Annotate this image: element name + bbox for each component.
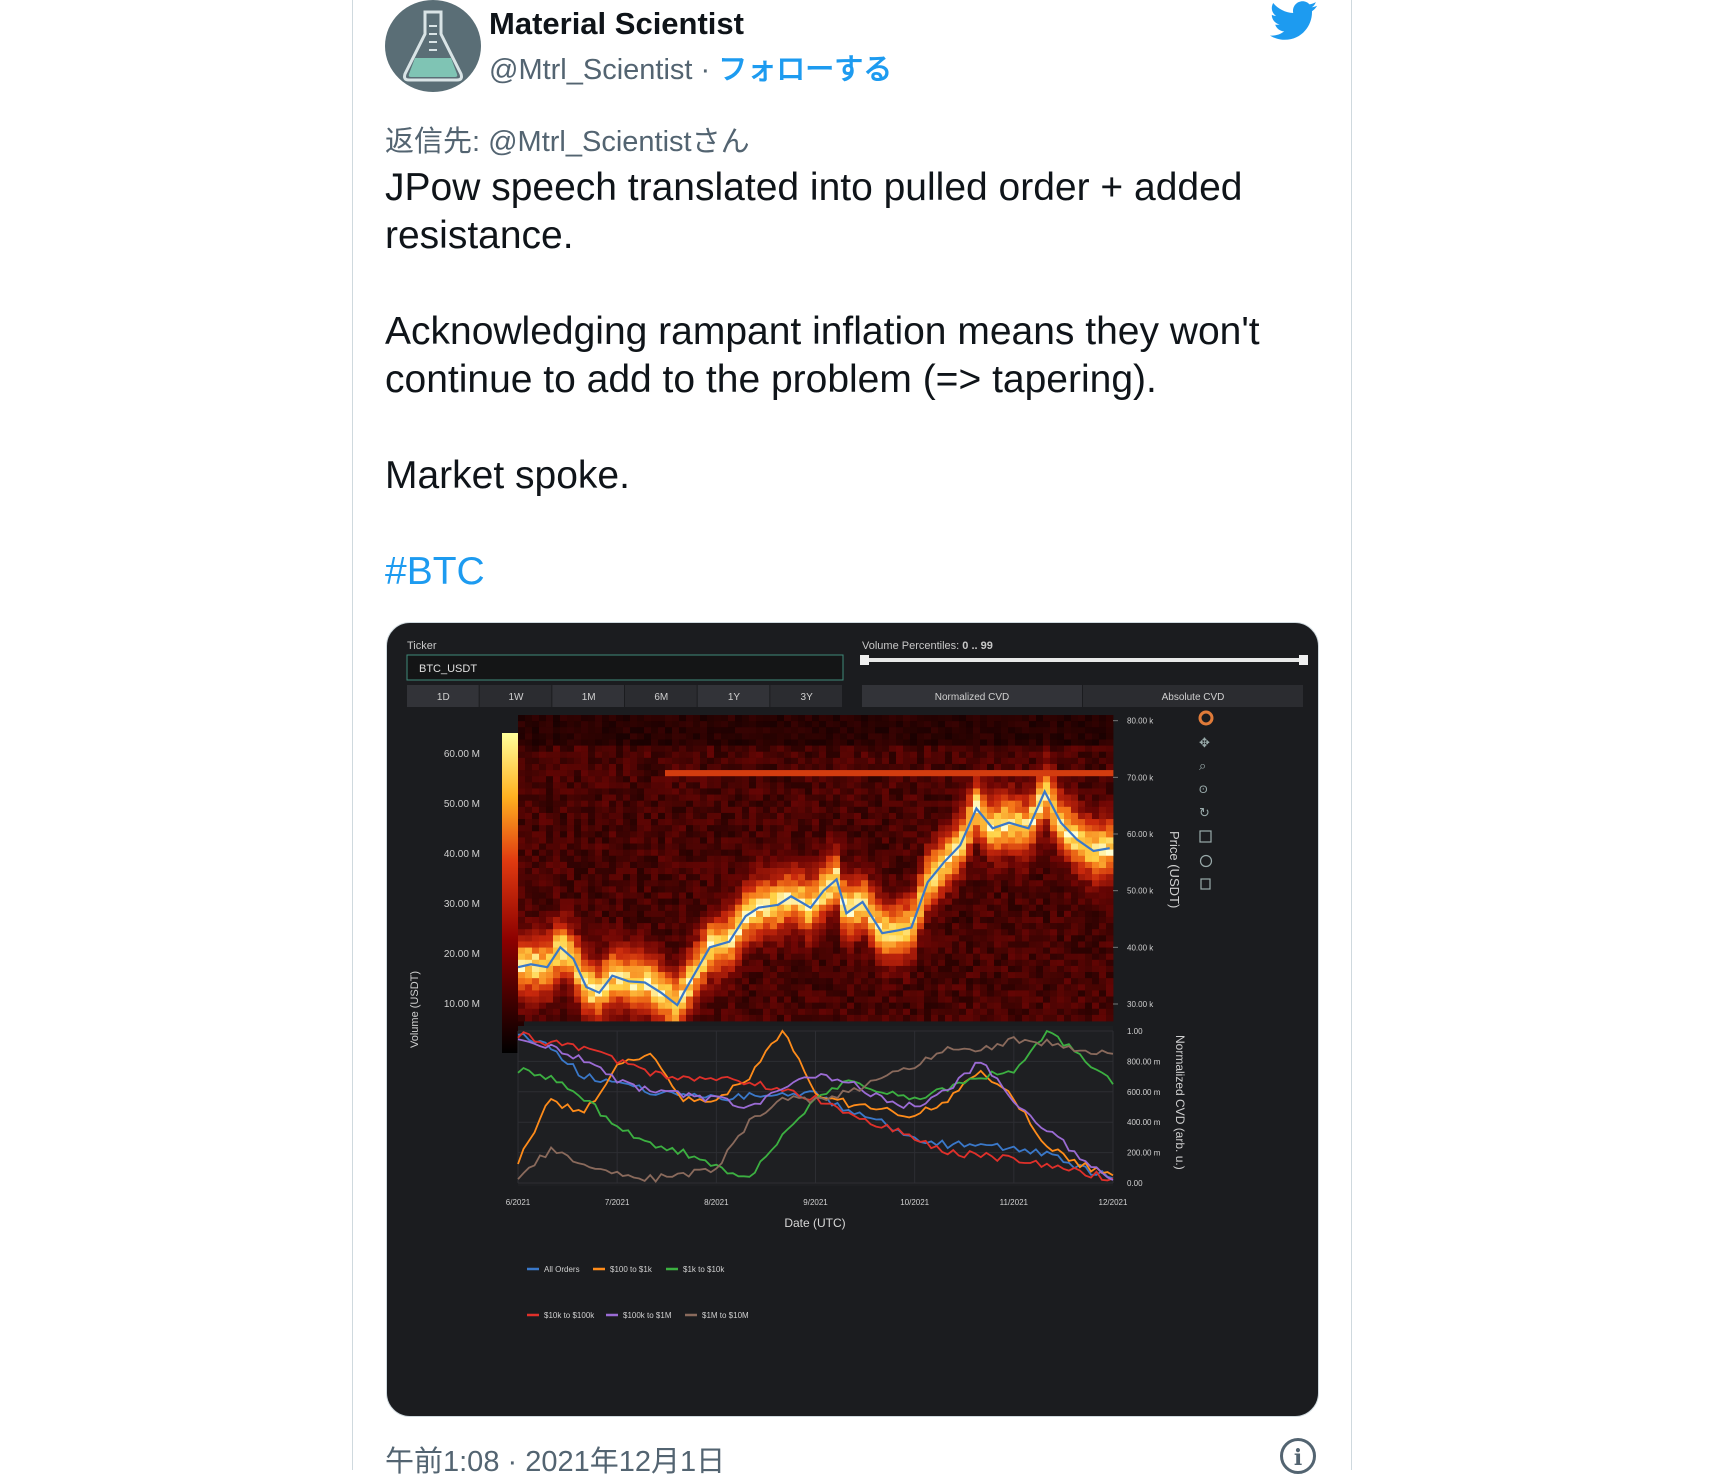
author-handle-line: @Mtrl_Scientist · フォローする [489, 46, 892, 88]
colorbar-tick-label: 10.00 M [444, 999, 480, 1010]
order-book-heatmap [518, 715, 1114, 1022]
legend-label: $100 to $1k [610, 1265, 653, 1274]
legend-label: $1k to $10k [683, 1265, 725, 1274]
cvd-axis-ticks: 1.00 800.00 m 600.00 m 400.00 m 200.00 m 0.00 [1127, 1027, 1161, 1188]
normalized-cvd-button[interactable]: Normalized CVD [862, 685, 1082, 707]
cvd-tick-label: 600.00 m [1127, 1088, 1161, 1097]
colorbar-title: Volume (USDT) [409, 971, 421, 1048]
date-axis-ticks: 6/2021 7/2021 8/2021 9/2021 10/2021 11/2021 12… [506, 1198, 1128, 1207]
info-icon[interactable] [1280, 1438, 1316, 1474]
cvd-axis-label: Normalized CVD (arb. u.) [1173, 1035, 1187, 1170]
date-tick-label: 7/2021 [605, 1198, 630, 1207]
cvd-mode-label: Normalized CVD [935, 692, 1009, 703]
date-tick-label: 6/2021 [506, 1198, 531, 1207]
tweet-media-image[interactable]: Ticker BTC_USDT Volume Percentiles: 0 ..… [386, 622, 1319, 1417]
legend-item[interactable]: All Orders [527, 1265, 580, 1274]
colorbar-tick-label: 30.00 M [444, 899, 480, 910]
colorbar-tick-label: 50.00 M [444, 799, 480, 810]
date-tick-label: 11/2021 [1000, 1198, 1029, 1207]
date-tick-label: 10/2021 [900, 1198, 929, 1207]
follow-button[interactable]: フォローする [718, 54, 892, 86]
legend-item[interactable]: $10k to $100k [527, 1311, 595, 1320]
price-tick-label: 50.00 k [1127, 887, 1154, 896]
hover-icon[interactable] [1200, 878, 1211, 890]
cvd-tick-label: 0.00 [1127, 1179, 1143, 1188]
legend-label: $1M to $10M [702, 1311, 749, 1320]
flask-icon [403, 10, 463, 82]
legend-item[interactable]: $100 to $1k [593, 1265, 653, 1274]
author-avatar[interactable] [385, 0, 481, 92]
legend-label: All Orders [544, 1265, 580, 1274]
tweet-text: JPow speech translated into pulled order… [385, 164, 1315, 596]
download-icon[interactable] [1199, 830, 1212, 843]
absolute-cvd-button[interactable]: Absolute CVD [1083, 685, 1303, 707]
timeframe-button-1d[interactable]: 1D [407, 685, 479, 707]
legend-item[interactable]: $100k to $1M [606, 1311, 672, 1320]
ticker-input-value: BTC_USDT [419, 663, 477, 675]
tweet-paragraph: Market spoke. [385, 454, 630, 497]
lasso-icon[interactable]: ʘ [1199, 784, 1208, 796]
timeframe-button-label: 1W [509, 692, 525, 703]
timeframe-button-6m[interactable]: 6M [625, 685, 697, 707]
percentile-slider-max-handle[interactable] [1299, 655, 1308, 665]
price-axis-ticks: 80.00 k 70.00 k 60.00 k 50.00 k 40.00 k 30.00… [1113, 717, 1154, 1009]
dashboard-figure: Ticker BTC_USDT Volume Percentiles: 0 ..… [406, 640, 1308, 1320]
plot-modebar: ✥ ⌕ ʘ ↻ [1198, 710, 1214, 890]
author-name[interactable]: Material Scientist [489, 6, 744, 42]
plotly-logo-icon[interactable] [1198, 710, 1214, 726]
timeframe-button-label: 1Y [728, 692, 741, 703]
price-tick-label: 80.00 k [1127, 717, 1154, 726]
timeframe-button-1w[interactable]: 1W [479, 685, 552, 707]
cvd-tick-label: 400.00 m [1127, 1118, 1161, 1127]
tweet-timestamp[interactable]: 午前1:08 · 2021年12月1日 [385, 1438, 725, 1480]
timeframe-button-3y[interactable]: 3Y [770, 685, 842, 707]
timeframe-button-1y[interactable]: 1Y [697, 685, 770, 707]
zoom-icon[interactable]: ⌕ [1199, 758, 1206, 773]
percentile-slider-min-handle[interactable] [860, 655, 869, 665]
date-tick-label: 9/2021 [803, 1198, 828, 1207]
legend-label: $100k to $1M [623, 1311, 672, 1320]
legend-item[interactable]: $1M to $10M [685, 1311, 749, 1320]
colorbar-tick-label: 60.00 M [444, 749, 480, 760]
price-axis-label: Price (USDT) [1167, 831, 1182, 908]
date-axis-label: Date (UTC) [784, 1216, 845, 1230]
timeframe-buttons: 1D 1W 1M 6M 1Y 3Y [407, 685, 842, 707]
date-tick-label: 8/2021 [704, 1198, 729, 1207]
legend-item[interactable]: $1k to $10k [666, 1265, 725, 1274]
pan-icon[interactable]: ✥ [1199, 735, 1210, 750]
colorbar-tick-label: 40.00 M [444, 849, 480, 860]
tweet-paragraph: Acknowledging rampant inflation means th… [385, 310, 1260, 401]
cvd-tick-label: 1.00 [1127, 1027, 1143, 1036]
colorbar-tick-label: 20.00 M [444, 949, 480, 960]
twitter-bird-icon[interactable] [1270, 0, 1318, 42]
timeframe-button-1m[interactable]: 1M [552, 685, 624, 707]
price-tick-label: 70.00 k [1127, 773, 1154, 782]
ticker-label: Ticker [407, 640, 437, 652]
legend-label: $10k to $100k [544, 1311, 595, 1320]
percentile-slider-track[interactable] [864, 658, 1304, 662]
timeframe-button-label: 1D [437, 692, 450, 703]
author-handle[interactable]: @Mtrl_Scientist [489, 54, 692, 86]
cvd-mode-label: Absolute CVD [1162, 692, 1225, 703]
reply-to[interactable]: 返信先: @Mtrl_Scientistさん [385, 118, 750, 160]
cvd-legend: All Orders $100 to $1k $1k to $10k $10k to … [527, 1265, 749, 1320]
hashtag-link[interactable]: #BTC [385, 548, 1315, 596]
handle-separator: · [692, 54, 719, 86]
cvd-tick-label: 200.00 m [1127, 1149, 1161, 1158]
timeframe-button-label: 6M [654, 692, 668, 703]
timeframe-button-label: 1M [582, 692, 596, 703]
price-tick-label: 30.00 k [1127, 1000, 1154, 1009]
price-tick-label: 40.00 k [1127, 943, 1154, 952]
reset-icon[interactable]: ↻ [1199, 805, 1210, 820]
timeframe-button-label: 3Y [801, 692, 814, 703]
colorbar-ticks: 60.00 M 50.00 M 40.00 M 30.00 M 20.00 M 10.00… [444, 749, 480, 1010]
volume-percentiles-label: Volume Percentiles: 0 .. 99 [862, 640, 993, 652]
compare-icon[interactable] [1199, 854, 1213, 868]
cvd-mode-buttons: Normalized CVD Absolute CVD [862, 685, 1303, 707]
tweet-paragraph: JPow speech translated into pulled order… [385, 166, 1243, 257]
price-tick-label: 60.00 k [1127, 830, 1154, 839]
cvd-tick-label: 800.00 m [1127, 1057, 1161, 1066]
date-tick-label: 12/2021 [1099, 1198, 1128, 1207]
